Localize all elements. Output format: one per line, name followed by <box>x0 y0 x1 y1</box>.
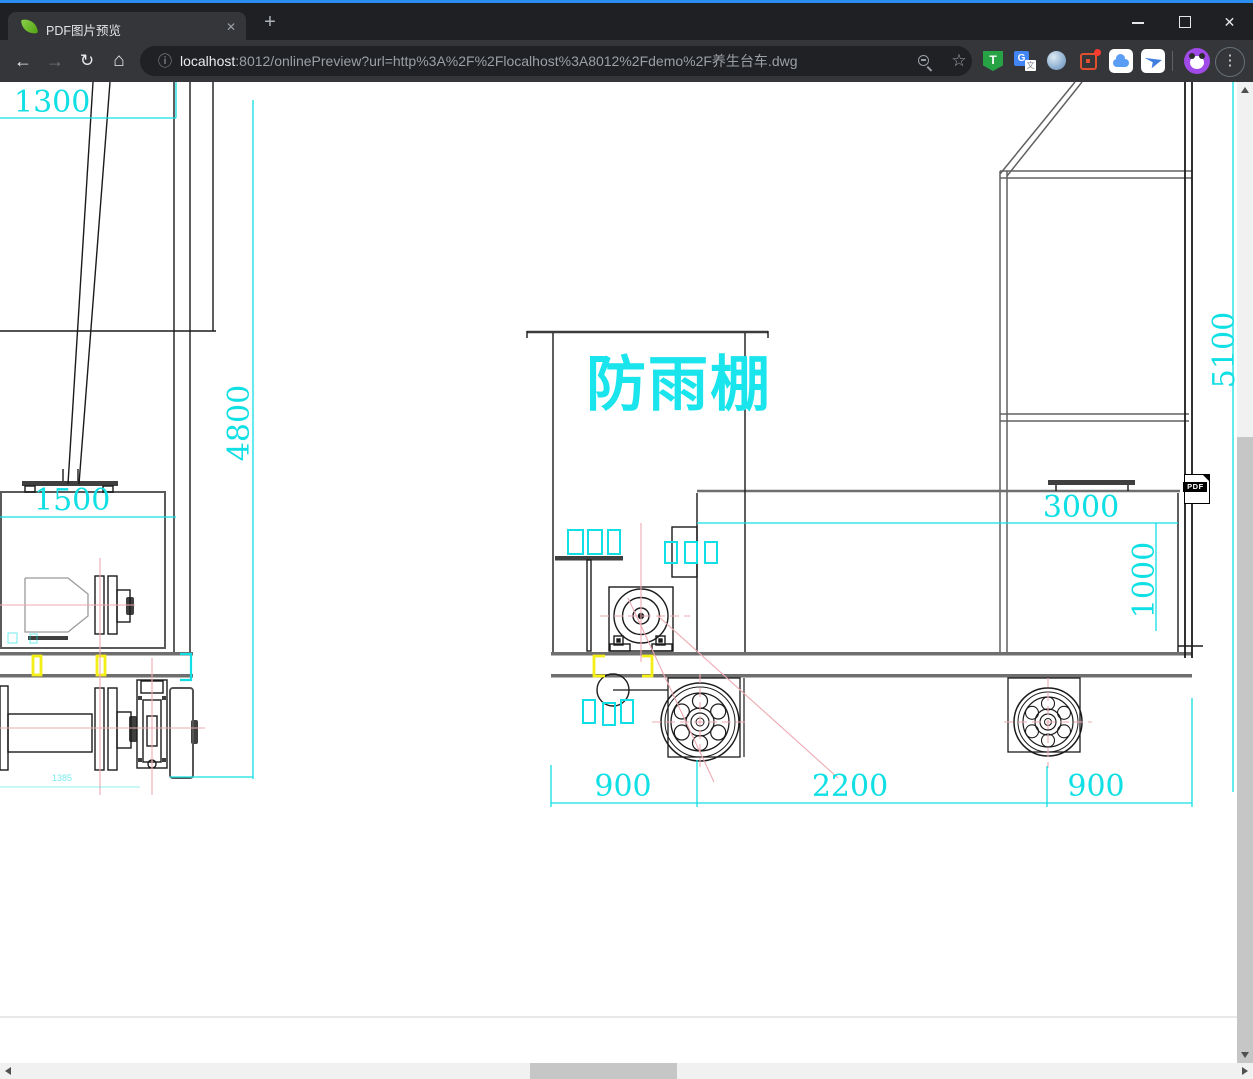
browser-menu-button[interactable]: ⋮ <box>1215 47 1245 77</box>
dim-label-5100: 5100 <box>1207 311 1242 389</box>
pdf-float-button[interactable]: PDF <box>1183 474 1210 504</box>
scroll-right-arrow-icon[interactable] <box>1242 1067 1248 1075</box>
horizontal-scrollbar-thumb[interactable] <box>530 1063 677 1079</box>
notification-badge <box>1094 49 1101 56</box>
browser-toolbar: ← → ↻ ⌂ ⓘ localhost:8012/onlinePreview?u… <box>0 40 1253 82</box>
dim-label-1300: 1300 <box>14 85 91 120</box>
page-fold-icon <box>1202 474 1210 482</box>
home-button[interactable]: ⌂ <box>106 48 132 74</box>
zoom-out-icon[interactable] <box>918 55 933 72</box>
cloud-extension-icon[interactable] <box>1109 49 1133 73</box>
minimize-button[interactable] <box>1115 6 1160 40</box>
bookmark-star-icon[interactable]: ☆ <box>946 46 972 76</box>
dim-label-3000: 3000 <box>1042 490 1120 525</box>
red-badge-extension-icon[interactable] <box>1077 49 1101 73</box>
dim-label-4800: 4800 <box>222 384 257 462</box>
tab-close-icon[interactable]: ✕ <box>222 18 240 36</box>
horizontal-scrollbar[interactable] <box>0 1063 1253 1079</box>
back-button[interactable]: ← <box>10 48 36 74</box>
url-text[interactable]: localhost:8012/onlinePreview?url=http%3A… <box>180 46 798 76</box>
toolbar-separator <box>1172 51 1173 71</box>
spring-favicon <box>21 18 38 35</box>
scroll-down-arrow-icon[interactable] <box>1241 1052 1249 1058</box>
minimize-icon <box>1132 22 1144 24</box>
new-tab-button[interactable]: + <box>258 11 282 35</box>
maximize-button[interactable] <box>1162 6 1207 40</box>
maximize-icon <box>1179 16 1191 28</box>
profile-avatar[interactable] <box>1184 48 1210 74</box>
red-glyph-dot <box>1086 59 1090 63</box>
vertical-scrollbar[interactable] <box>1237 82 1253 1063</box>
dim-label-1385: 1385 <box>52 773 73 783</box>
scroll-left-arrow-icon[interactable] <box>5 1067 11 1075</box>
dim-label-1000: 1000 <box>1127 541 1162 619</box>
orbit-extension-icon[interactable] <box>1045 49 1069 73</box>
bird-extension-icon[interactable] <box>1141 49 1165 73</box>
translate-page-icon: 文 <box>1025 60 1036 71</box>
translate-extension-icon[interactable]: G文 <box>1013 49 1037 73</box>
page-content: 1300 1500 4800 5100 3000 1000 900 2200 9… <box>0 82 1253 1063</box>
tab-title: PDF图片预览 <box>46 24 122 38</box>
cloud-icon <box>1113 54 1129 67</box>
forward-button[interactable]: → <box>42 48 68 74</box>
dim-label-2200: 2200 <box>811 769 889 804</box>
dim-label-900-right: 900 <box>1067 769 1125 804</box>
dim-label-1500: 1500 <box>34 483 111 518</box>
sphere-icon <box>1047 51 1066 70</box>
address-bar[interactable]: ⓘ localhost:8012/onlinePreview?url=http%… <box>140 46 972 76</box>
site-info-icon[interactable]: ⓘ <box>155 46 175 76</box>
shield-icon: T <box>983 51 1003 71</box>
scroll-up-arrow-icon[interactable] <box>1241 87 1249 93</box>
canopy-label: 防雨棚 <box>586 351 772 418</box>
vertical-scrollbar-thumb[interactable] <box>1237 437 1253 1063</box>
reload-button[interactable]: ↻ <box>74 48 100 74</box>
browser-tab[interactable]: PDF图片预览 ✕ <box>8 12 246 43</box>
pdf-badge-label: PDF <box>1183 482 1208 492</box>
url-host: localhost <box>180 53 236 69</box>
url-path: :8012/onlinePreview?url=http%3A%2F%2Floc… <box>235 53 798 69</box>
titlebar[interactable]: PDF图片预览 ✕ + ✕ <box>0 3 1253 43</box>
cad-drawing <box>0 82 1237 1018</box>
panda-icon <box>1189 53 1205 69</box>
close-window-button[interactable]: ✕ <box>1207 6 1252 40</box>
dim-label-900-left: 900 <box>594 769 652 804</box>
tampermonkey-extension-icon[interactable]: T <box>981 49 1005 73</box>
